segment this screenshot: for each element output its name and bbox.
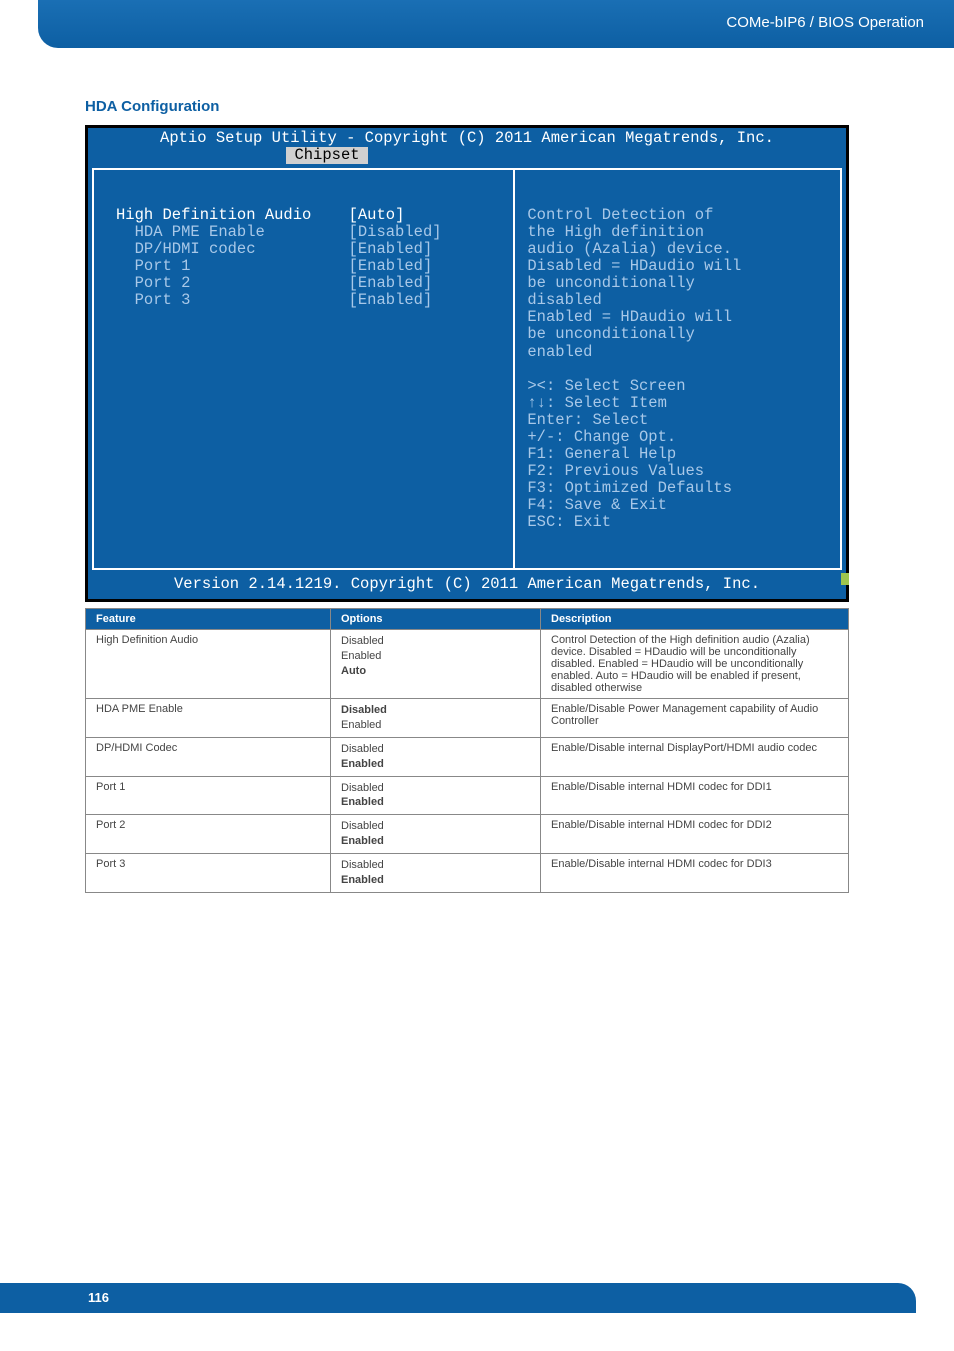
cell-description: Enable/Disable internal DisplayPort/HDMI… <box>541 737 849 776</box>
option-value: Enabled <box>341 649 530 664</box>
cell-options: DisabledEnabled <box>331 815 541 854</box>
bios-help-panel: Control Detection of the High definition… <box>514 168 842 570</box>
feature-table: Feature Options Description High Definit… <box>85 608 849 892</box>
page-edge-marker-icon <box>841 573 849 585</box>
option-value: Disabled <box>341 703 530 718</box>
bios-version-footer: Version 2.14.1219. Copyright (C) 2011 Am… <box>88 574 846 599</box>
cell-options: DisabledEnabled <box>331 853 541 892</box>
option-value: Enabled <box>341 718 530 733</box>
bios-value-dphdmi: [Enabled] <box>349 240 433 258</box>
bios-item-dphdmi: DP/HDMI codec <box>116 240 349 258</box>
bios-value-hda: [Auto] <box>349 206 405 224</box>
cell-feature: HDA PME Enable <box>86 699 331 738</box>
cell-description: Enable/Disable internal HDMI codec for D… <box>541 776 849 815</box>
bios-key-legend: ><: Select Screen ↑↓: Select Item Enter:… <box>527 377 732 531</box>
bios-value-port1: [Enabled] <box>349 257 433 275</box>
page-number: 116 <box>0 1283 916 1305</box>
bios-item-hda: High Definition Audio <box>116 206 349 224</box>
option-value: Enabled <box>341 757 530 772</box>
option-value: Enabled <box>341 795 530 810</box>
cell-description: Enable/Disable internal HDMI codec for D… <box>541 853 849 892</box>
table-row: Port 2DisabledEnabledEnable/Disable inte… <box>86 815 849 854</box>
bios-title-bar: Aptio Setup Utility - Copyright (C) 2011… <box>88 128 846 164</box>
cell-options: DisabledEnabled <box>331 699 541 738</box>
table-row: HDA PME EnableDisabledEnabledEnable/Disa… <box>86 699 849 738</box>
col-header-options: Options <box>331 609 541 630</box>
table-row: Port 3DisabledEnabledEnable/Disable inte… <box>86 853 849 892</box>
option-value: Disabled <box>341 742 530 757</box>
cell-feature: Port 3 <box>86 853 331 892</box>
bios-item-port3: Port 3 <box>116 291 349 309</box>
bios-item-port2: Port 2 <box>116 274 349 292</box>
cell-feature: Port 2 <box>86 815 331 854</box>
cell-options: DisabledEnabled <box>331 737 541 776</box>
section-title: HDA Configuration <box>85 98 869 115</box>
bios-value-port2: [Enabled] <box>349 274 433 292</box>
cell-options: DisabledEnabledAuto <box>331 630 541 699</box>
table-row: DP/HDMI CodecDisabledEnabledEnable/Disab… <box>86 737 849 776</box>
option-value: Disabled <box>341 634 530 649</box>
option-value: Disabled <box>341 819 530 834</box>
option-value: Enabled <box>341 873 530 888</box>
option-value: Disabled <box>341 781 530 796</box>
bios-tab-chipset: Chipset <box>286 147 367 164</box>
bios-item-port1: Port 1 <box>116 257 349 275</box>
cell-feature: DP/HDMI Codec <box>86 737 331 776</box>
table-row: High Definition AudioDisabledEnabledAuto… <box>86 630 849 699</box>
bios-value-pme: [Disabled] <box>349 223 442 241</box>
bios-help-text: Control Detection of the High definition… <box>527 206 741 360</box>
bios-title: Aptio Setup Utility - Copyright (C) 2011… <box>88 130 846 147</box>
bios-value-port3: [Enabled] <box>349 291 433 309</box>
cell-description: Enable/Disable Power Management capabili… <box>541 699 849 738</box>
bios-settings-panel: High Definition Audio [Auto] HDA PME Ena… <box>92 168 514 570</box>
bios-screenshot: Aptio Setup Utility - Copyright (C) 2011… <box>85 125 849 602</box>
option-value: Enabled <box>341 834 530 849</box>
col-header-description: Description <box>541 609 849 630</box>
cell-description: Control Detection of the High definition… <box>541 630 849 699</box>
page-header: COMe-bIP6 / BIOS Operation <box>38 0 954 48</box>
table-header-row: Feature Options Description <box>86 609 849 630</box>
bios-item-pme: HDA PME Enable <box>116 223 349 241</box>
option-value: Disabled <box>341 858 530 873</box>
table-row: Port 1DisabledEnabledEnable/Disable inte… <box>86 776 849 815</box>
cell-feature: High Definition Audio <box>86 630 331 699</box>
option-value: Auto <box>341 664 530 679</box>
cell-feature: Port 1 <box>86 776 331 815</box>
col-header-feature: Feature <box>86 609 331 630</box>
breadcrumb: COMe-bIP6 / BIOS Operation <box>38 0 954 31</box>
cell-options: DisabledEnabled <box>331 776 541 815</box>
cell-description: Enable/Disable internal HDMI codec for D… <box>541 815 849 854</box>
page-footer: 116 <box>0 1283 916 1313</box>
